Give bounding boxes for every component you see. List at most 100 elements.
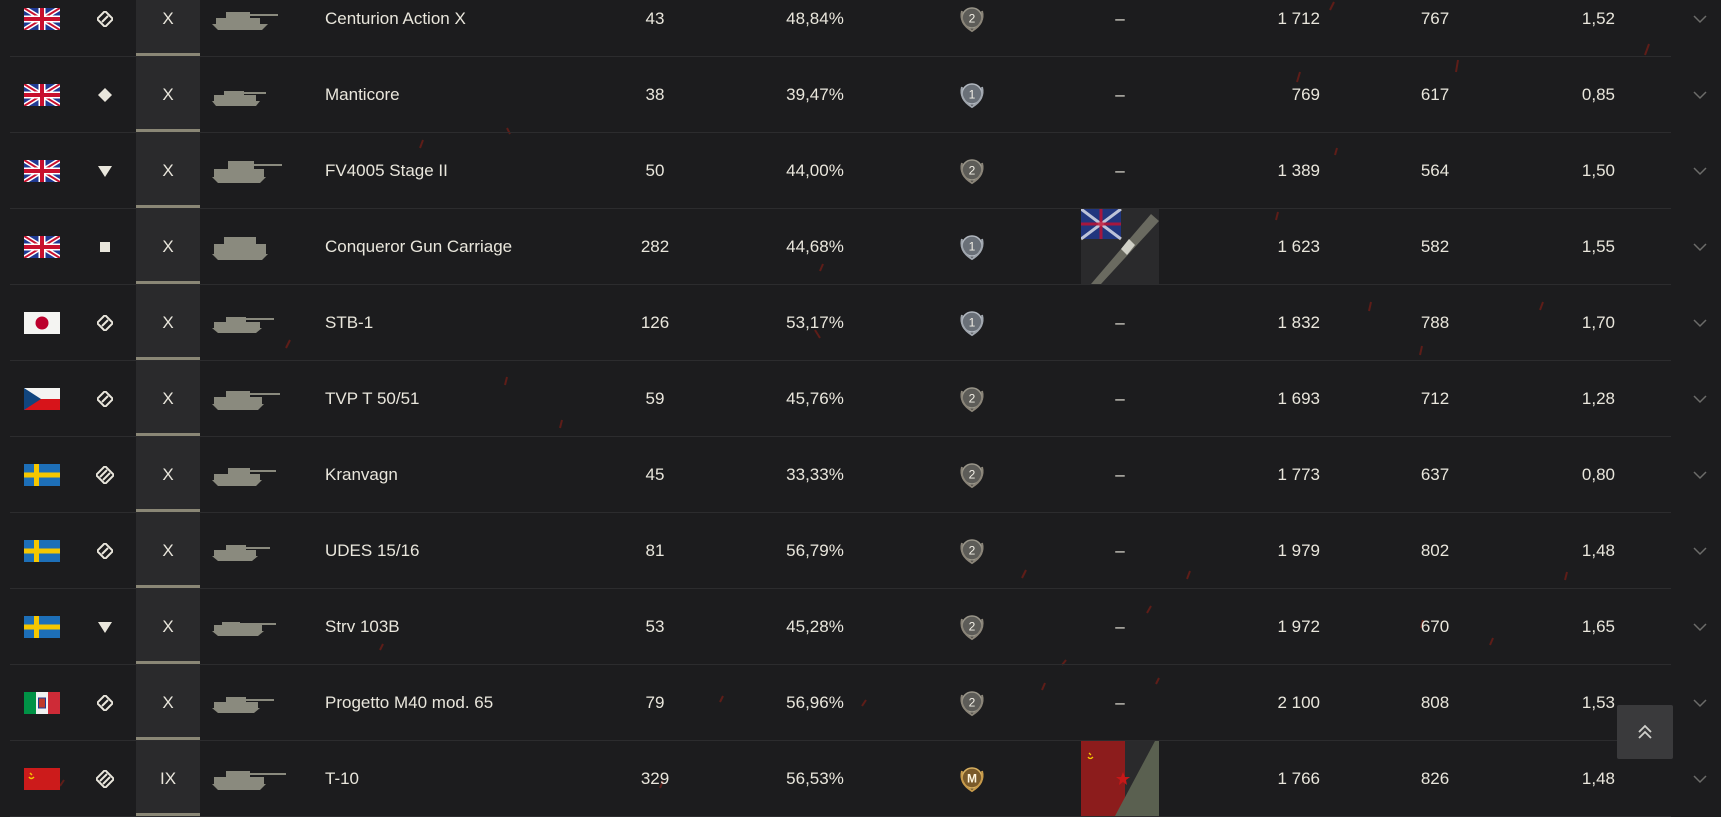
- tier-bar: [136, 129, 200, 132]
- gun-mark-uk-icon: [1081, 209, 1159, 284]
- artillery-icon: [100, 241, 110, 252]
- vehicle-name[interactable]: Kranvagn: [325, 437, 565, 512]
- gun-mark: [1080, 741, 1160, 816]
- expand-row-button[interactable]: [1685, 513, 1715, 588]
- table-row[interactable]: X STB-1 126 53,17% 1 – 1 832 788 1,70: [10, 285, 1707, 361]
- gun-mark-ussr-icon: [1081, 741, 1159, 816]
- tank-silhouette-icon: [212, 696, 274, 713]
- tier-cell: X: [136, 437, 200, 512]
- vehicle-name[interactable]: T-10: [325, 741, 565, 816]
- expand-row-button[interactable]: [1685, 285, 1715, 360]
- tier-bar: [136, 433, 200, 436]
- expand-row-button[interactable]: [1685, 133, 1715, 208]
- vehicle-class: [94, 133, 116, 208]
- kill-death-ratio: 1,52: [1581, 8, 1615, 28]
- nation-flag: [24, 0, 60, 56]
- tier-bar: [136, 281, 200, 284]
- win-rate: 44,00%: [786, 160, 844, 180]
- vehicle-name[interactable]: Strv 103B: [325, 589, 565, 664]
- battles-count: 282: [640, 236, 670, 256]
- average-xp: 767: [1420, 8, 1450, 28]
- chevron-down-icon: [1693, 90, 1707, 99]
- kill-death-ratio: 1,55: [1581, 236, 1615, 256]
- vehicle-name[interactable]: Conqueror Gun Carriage: [325, 209, 565, 284]
- kill-death-ratio: 1,65: [1581, 616, 1615, 636]
- tier-bar: [136, 585, 200, 588]
- gun-mark: –: [1115, 8, 1125, 28]
- mastery-label: 1: [969, 315, 976, 329]
- mastery-badge: 2: [954, 0, 990, 56]
- average-damage: 1 623: [1277, 236, 1320, 256]
- average-damage: 1 712: [1277, 8, 1320, 28]
- table-row[interactable]: X Conqueror Gun Carriage 282 44,68% 1 1 …: [10, 209, 1707, 285]
- tank-image: [210, 209, 300, 284]
- medium-tank-icon: [97, 314, 113, 331]
- average-damage: 1 766: [1277, 768, 1320, 788]
- mastery-label: 1: [969, 87, 976, 101]
- win-rate: 39,47%: [786, 84, 844, 104]
- expand-row-button[interactable]: [1685, 589, 1715, 664]
- mastery-badge-icon: 2: [960, 614, 984, 640]
- table-row[interactable]: X UDES 15/16 81 56,79% 2 – 1 979 802 1,4…: [10, 513, 1707, 589]
- table-row[interactable]: X Progetto M40 mod. 65 79 56,96% 2 – 2 1…: [10, 665, 1707, 741]
- vehicle-name[interactable]: Centurion Action X: [325, 0, 565, 56]
- mastery-badge: 1: [954, 57, 990, 132]
- vehicle-stats-table: X Centurion Action X 43 48,84% 2 – 1 712…: [10, 0, 1707, 817]
- battles-count: 126: [640, 312, 670, 332]
- battles-count: 81: [645, 540, 665, 560]
- expand-row-button[interactable]: [1685, 361, 1715, 436]
- table-row[interactable]: X Strv 103B 53 45,28% 2 – 1 972 670 1,65: [10, 589, 1707, 665]
- uk-flag-icon: [24, 235, 60, 258]
- average-xp: 712: [1420, 388, 1450, 408]
- table-row[interactable]: X TVP T 50/51 59 45,76% 2 – 1 693 712 1,…: [10, 361, 1707, 437]
- chevron-down-icon: [1693, 318, 1707, 327]
- vehicle-name[interactable]: Manticore: [325, 57, 565, 132]
- tier-cell: X: [136, 57, 200, 132]
- expand-row-button[interactable]: [1685, 741, 1715, 816]
- table-row[interactable]: X Kranvagn 45 33,33% 2 – 1 773 637 0,80: [10, 437, 1707, 513]
- mastery-label: 2: [969, 543, 976, 557]
- vehicle-class: [94, 361, 116, 436]
- mastery-badge-icon: 2: [960, 462, 984, 488]
- win-rate: 48,84%: [786, 8, 844, 28]
- kill-death-ratio: 0,85: [1581, 84, 1615, 104]
- medium-tank-icon: [97, 694, 113, 711]
- vehicle-name[interactable]: STB-1: [325, 285, 565, 360]
- scroll-to-top-button[interactable]: [1617, 705, 1673, 759]
- gun-mark: –: [1115, 692, 1125, 712]
- table-row[interactable]: X FV4005 Stage II 50 44,00% 2 – 1 389 56…: [10, 133, 1707, 209]
- tier-label: X: [162, 540, 174, 560]
- average-damage: 769: [1291, 84, 1320, 104]
- tank-silhouette-icon: [212, 390, 280, 410]
- vehicle-name[interactable]: UDES 15/16: [325, 513, 565, 588]
- win-rate: 53,17%: [786, 312, 844, 332]
- mastery-label: M: [967, 771, 977, 785]
- tank-image: [210, 0, 300, 56]
- mastery-badge-icon: 2: [960, 6, 984, 32]
- nation-flag: [24, 209, 60, 284]
- expand-row-button[interactable]: [1685, 0, 1715, 56]
- nation-flag: [24, 361, 60, 436]
- mastery-label: 2: [969, 619, 976, 633]
- tank-destroyer-icon: [98, 621, 112, 633]
- vehicle-name[interactable]: TVP T 50/51: [325, 361, 565, 436]
- chevron-down-icon: [1693, 774, 1707, 783]
- vehicle-name[interactable]: Progetto M40 mod. 65: [325, 665, 565, 740]
- vehicle-class: [94, 285, 116, 360]
- expand-row-button[interactable]: [1685, 437, 1715, 512]
- average-xp: 788: [1420, 312, 1450, 332]
- vehicle-name[interactable]: FV4005 Stage II: [325, 133, 565, 208]
- expand-row-button[interactable]: [1685, 665, 1715, 740]
- expand-row-button[interactable]: [1685, 209, 1715, 284]
- expand-row-button[interactable]: [1685, 57, 1715, 132]
- average-xp: 564: [1420, 160, 1450, 180]
- table-row[interactable]: X Manticore 38 39,47% 1 – 769 617 0,85: [10, 57, 1707, 133]
- vehicle-class: [94, 665, 116, 740]
- heavy-tank-icon: [96, 465, 114, 484]
- vehicle-class: [94, 741, 116, 816]
- table-row[interactable]: IX T-10 329 56,53% M 1 766 826 1,48: [10, 741, 1707, 817]
- table-row[interactable]: X Centurion Action X 43 48,84% 2 – 1 712…: [10, 0, 1707, 57]
- nation-flag: [24, 57, 60, 132]
- average-xp: 802: [1420, 540, 1450, 560]
- nation-flag: [24, 285, 60, 360]
